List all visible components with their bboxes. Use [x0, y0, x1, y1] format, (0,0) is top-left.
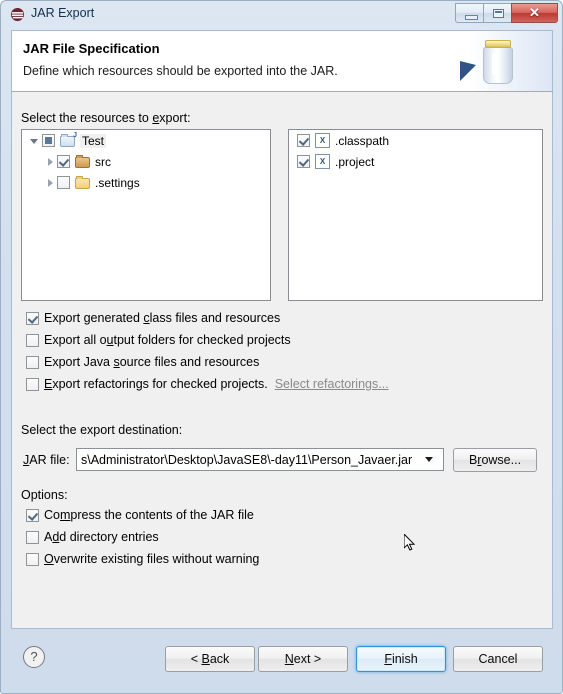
option-add-directory-entries[interactable]: Add directory entries	[26, 530, 159, 544]
option-compress-contents[interactable]: Compress the contents of the JAR file	[26, 508, 254, 522]
options-section-label: Options:	[21, 488, 68, 502]
resource-tree[interactable]: J Test src .settings	[21, 129, 271, 301]
page-subtitle: Define which resources should be exporte…	[23, 64, 338, 78]
title-bar: JAR Export ✕	[1, 1, 562, 29]
tree-item-label: .settings	[95, 175, 140, 190]
tree-row-settings[interactable]: .settings	[22, 172, 270, 193]
jar-file-label: JAR file:	[23, 453, 70, 467]
file-row-project[interactable]: X .project	[289, 151, 542, 172]
wizard-header: JAR File Specification Define which reso…	[11, 30, 553, 91]
resources-label: Select the resources to export:	[21, 111, 191, 125]
xml-file-icon: X	[315, 154, 330, 169]
help-icon[interactable]: ?	[23, 646, 45, 668]
option-export-refactorings[interactable]: Export refactorings for checked projects…	[26, 377, 389, 391]
option-checkbox[interactable]	[26, 377, 39, 391]
tree-checkbox[interactable]	[57, 176, 70, 189]
close-icon: ✕	[529, 5, 540, 20]
option-checkbox[interactable]	[26, 311, 39, 325]
file-label: .classpath	[335, 133, 390, 148]
jar-file-input[interactable]: s\Administrator\Desktop\JavaSE8\-day11\P…	[77, 453, 425, 467]
option-label: Export all output folders for checked pr…	[44, 333, 291, 347]
maximize-button[interactable]	[483, 3, 512, 23]
cancel-button[interactable]: Cancel	[453, 646, 543, 672]
tree-item-label: src	[95, 154, 111, 169]
back-button[interactable]: < Back	[165, 646, 255, 672]
tree-checkbox[interactable]	[42, 134, 55, 147]
java-project-folder-icon: J	[60, 132, 77, 148]
jar-file-combo[interactable]: s\Administrator\Desktop\JavaSE8\-day11\P…	[76, 448, 444, 471]
option-overwrite-existing[interactable]: Overwrite existing files without warning	[26, 552, 259, 566]
folder-icon	[75, 175, 91, 190]
tree-item-label: Test	[80, 133, 107, 148]
next-button[interactable]: Next >	[258, 646, 348, 672]
option-label: Compress the contents of the JAR file	[44, 508, 254, 522]
window-controls: ✕	[455, 3, 558, 24]
file-checkbox[interactable]	[297, 134, 310, 147]
file-checkbox[interactable]	[297, 155, 310, 168]
option-checkbox[interactable]	[26, 552, 39, 566]
option-export-output-folders[interactable]: Export all output folders for checked pr…	[26, 333, 291, 347]
option-export-java-source[interactable]: Export Java source files and resources	[26, 355, 259, 369]
jar-highlight	[492, 53, 497, 75]
xml-file-icon: X	[315, 133, 330, 148]
expand-arrow-icon[interactable]	[30, 139, 38, 144]
chevron-down-icon[interactable]	[425, 457, 433, 462]
option-checkbox[interactable]	[26, 508, 39, 522]
option-label: Add directory entries	[44, 530, 159, 544]
option-export-class-files[interactable]: Export generated class files and resourc…	[26, 311, 280, 325]
option-label: Export refactorings for checked projects…	[44, 377, 268, 391]
resource-file-list[interactable]: X .classpath X .project	[288, 129, 543, 301]
option-checkbox[interactable]	[26, 530, 39, 544]
arrow-icon	[460, 61, 476, 81]
option-label: Overwrite existing files without warning	[44, 552, 260, 566]
option-label: Export Java source files and resources	[44, 355, 260, 369]
source-folder-icon	[75, 154, 91, 169]
page-title: JAR File Specification	[23, 41, 160, 56]
minimize-icon	[465, 15, 478, 20]
option-checkbox[interactable]	[26, 333, 39, 347]
destination-section-label: Select the export destination:	[21, 423, 183, 437]
mouse-cursor	[404, 534, 416, 551]
select-refactorings-link[interactable]: Select refactorings...	[275, 377, 389, 391]
browse-button[interactable]: Browse...	[453, 448, 537, 472]
eclipse-icon	[10, 7, 25, 22]
minimize-button[interactable]	[455, 3, 484, 23]
jar-export-dialog: JAR Export ✕ JAR File Specification Defi…	[0, 0, 563, 694]
jar-body	[483, 47, 513, 84]
file-label: .project	[335, 154, 375, 169]
finish-button[interactable]: Finish	[356, 646, 446, 672]
tree-row-test[interactable]: J Test	[22, 130, 270, 151]
close-button[interactable]: ✕	[511, 3, 558, 23]
file-row-classpath[interactable]: X .classpath	[289, 130, 542, 151]
tree-checkbox[interactable]	[57, 155, 70, 168]
restore-icon	[493, 9, 504, 18]
tree-row-src[interactable]: src	[22, 151, 270, 172]
expand-arrow-icon[interactable]	[48, 157, 53, 166]
window-title: JAR Export	[31, 6, 95, 20]
option-checkbox[interactable]	[26, 355, 39, 369]
jar-lid	[485, 40, 511, 48]
jar-jar-icon	[442, 31, 552, 91]
expand-arrow-icon[interactable]	[48, 178, 53, 187]
option-label: Export generated class files and resourc…	[44, 311, 281, 325]
